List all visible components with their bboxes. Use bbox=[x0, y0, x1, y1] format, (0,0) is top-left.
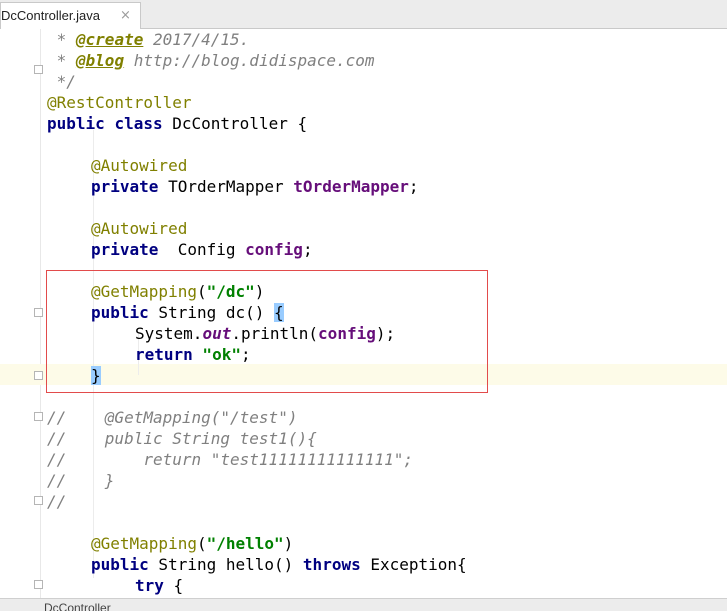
code-line[interactable]: @Autowired bbox=[91, 218, 187, 239]
javadoc-tag: @create bbox=[75, 30, 144, 49]
comment-star: * bbox=[47, 30, 76, 49]
code-line[interactable]: private TOrderMapper tOrderMapper; bbox=[91, 176, 419, 197]
annotation: @Autowired bbox=[91, 219, 188, 238]
code-text: ) bbox=[283, 534, 294, 553]
fold-marker-icon[interactable] bbox=[34, 580, 43, 589]
annotation: @RestController bbox=[47, 93, 192, 112]
fold-marker-icon[interactable] bbox=[34, 371, 43, 380]
close-icon[interactable]: × bbox=[120, 8, 131, 24]
code-text: ; bbox=[408, 177, 419, 196]
comment-star: * bbox=[47, 51, 76, 70]
code-line[interactable]: // bbox=[47, 491, 66, 512]
fold-marker-icon[interactable] bbox=[34, 412, 43, 421]
code-text: { bbox=[163, 576, 184, 595]
code-line[interactable]: * @blog http://blog.didispace.com bbox=[47, 50, 375, 71]
code-text: TOrderMapper bbox=[158, 177, 294, 196]
editor-tab-bar: DcController.java × bbox=[0, 0, 727, 29]
class-name: DcController bbox=[172, 114, 288, 133]
code-line[interactable]: // public String test1(){ bbox=[47, 428, 317, 449]
keyword: public bbox=[91, 555, 149, 574]
javadoc-tag: @blog bbox=[75, 51, 125, 70]
field-name: config bbox=[245, 240, 303, 259]
code-text: Config bbox=[158, 240, 246, 259]
code-line[interactable]: @Autowired bbox=[91, 155, 187, 176]
code-line[interactable]: * @create 2017/4/15. bbox=[47, 29, 250, 50]
keyword: private bbox=[91, 177, 159, 196]
fold-marker-icon[interactable] bbox=[34, 496, 43, 505]
tab-dccontroller[interactable]: DcController.java × bbox=[0, 2, 141, 29]
annotation: @Autowired bbox=[91, 156, 188, 175]
comment-text: http://blog.didispace.com bbox=[124, 51, 375, 70]
keyword: throws bbox=[302, 555, 361, 574]
code-text: String hello() bbox=[148, 555, 303, 574]
code-line[interactable]: // @GetMapping("/test") bbox=[47, 407, 297, 428]
code-line[interactable]: */ bbox=[47, 71, 76, 92]
tab-title: DcController.java bbox=[1, 8, 100, 23]
code-text: ( bbox=[196, 534, 207, 553]
code-line[interactable]: @RestController bbox=[47, 92, 192, 113]
code-line[interactable]: // } bbox=[47, 470, 114, 491]
code-line[interactable]: try { bbox=[135, 575, 183, 596]
code-line[interactable]: @GetMapping("/hello") bbox=[91, 533, 293, 554]
code-text: ; bbox=[302, 240, 313, 259]
highlight-box bbox=[46, 270, 488, 393]
breadcrumb[interactable]: DcController bbox=[44, 601, 111, 611]
code-line[interactable]: private Config config; bbox=[91, 239, 313, 260]
keyword: try bbox=[135, 576, 164, 595]
annotation: @GetMapping bbox=[91, 534, 197, 553]
code-line[interactable]: public class DcController { bbox=[47, 113, 307, 134]
keyword: class bbox=[114, 114, 163, 133]
code-text: Exception{ bbox=[360, 555, 467, 574]
code-line[interactable]: public String hello() throws Exception{ bbox=[91, 554, 467, 575]
keyword: private bbox=[91, 240, 159, 259]
code-editor[interactable]: * @create 2017/4/15. * @blog http://blog… bbox=[0, 29, 727, 598]
code-text: { bbox=[287, 114, 308, 133]
comment-text: 2017/4/15. bbox=[143, 30, 250, 49]
comment-end: */ bbox=[47, 72, 76, 91]
keyword: public bbox=[47, 114, 105, 133]
string-literal: "/hello" bbox=[206, 534, 284, 553]
fold-marker-icon[interactable] bbox=[34, 308, 43, 317]
breadcrumb-bar: DcController bbox=[0, 598, 727, 611]
code-line[interactable]: // return "test11111111111111"; bbox=[47, 449, 413, 470]
fold-marker-icon[interactable] bbox=[34, 65, 43, 74]
field-name: tOrderMapper bbox=[293, 177, 409, 196]
